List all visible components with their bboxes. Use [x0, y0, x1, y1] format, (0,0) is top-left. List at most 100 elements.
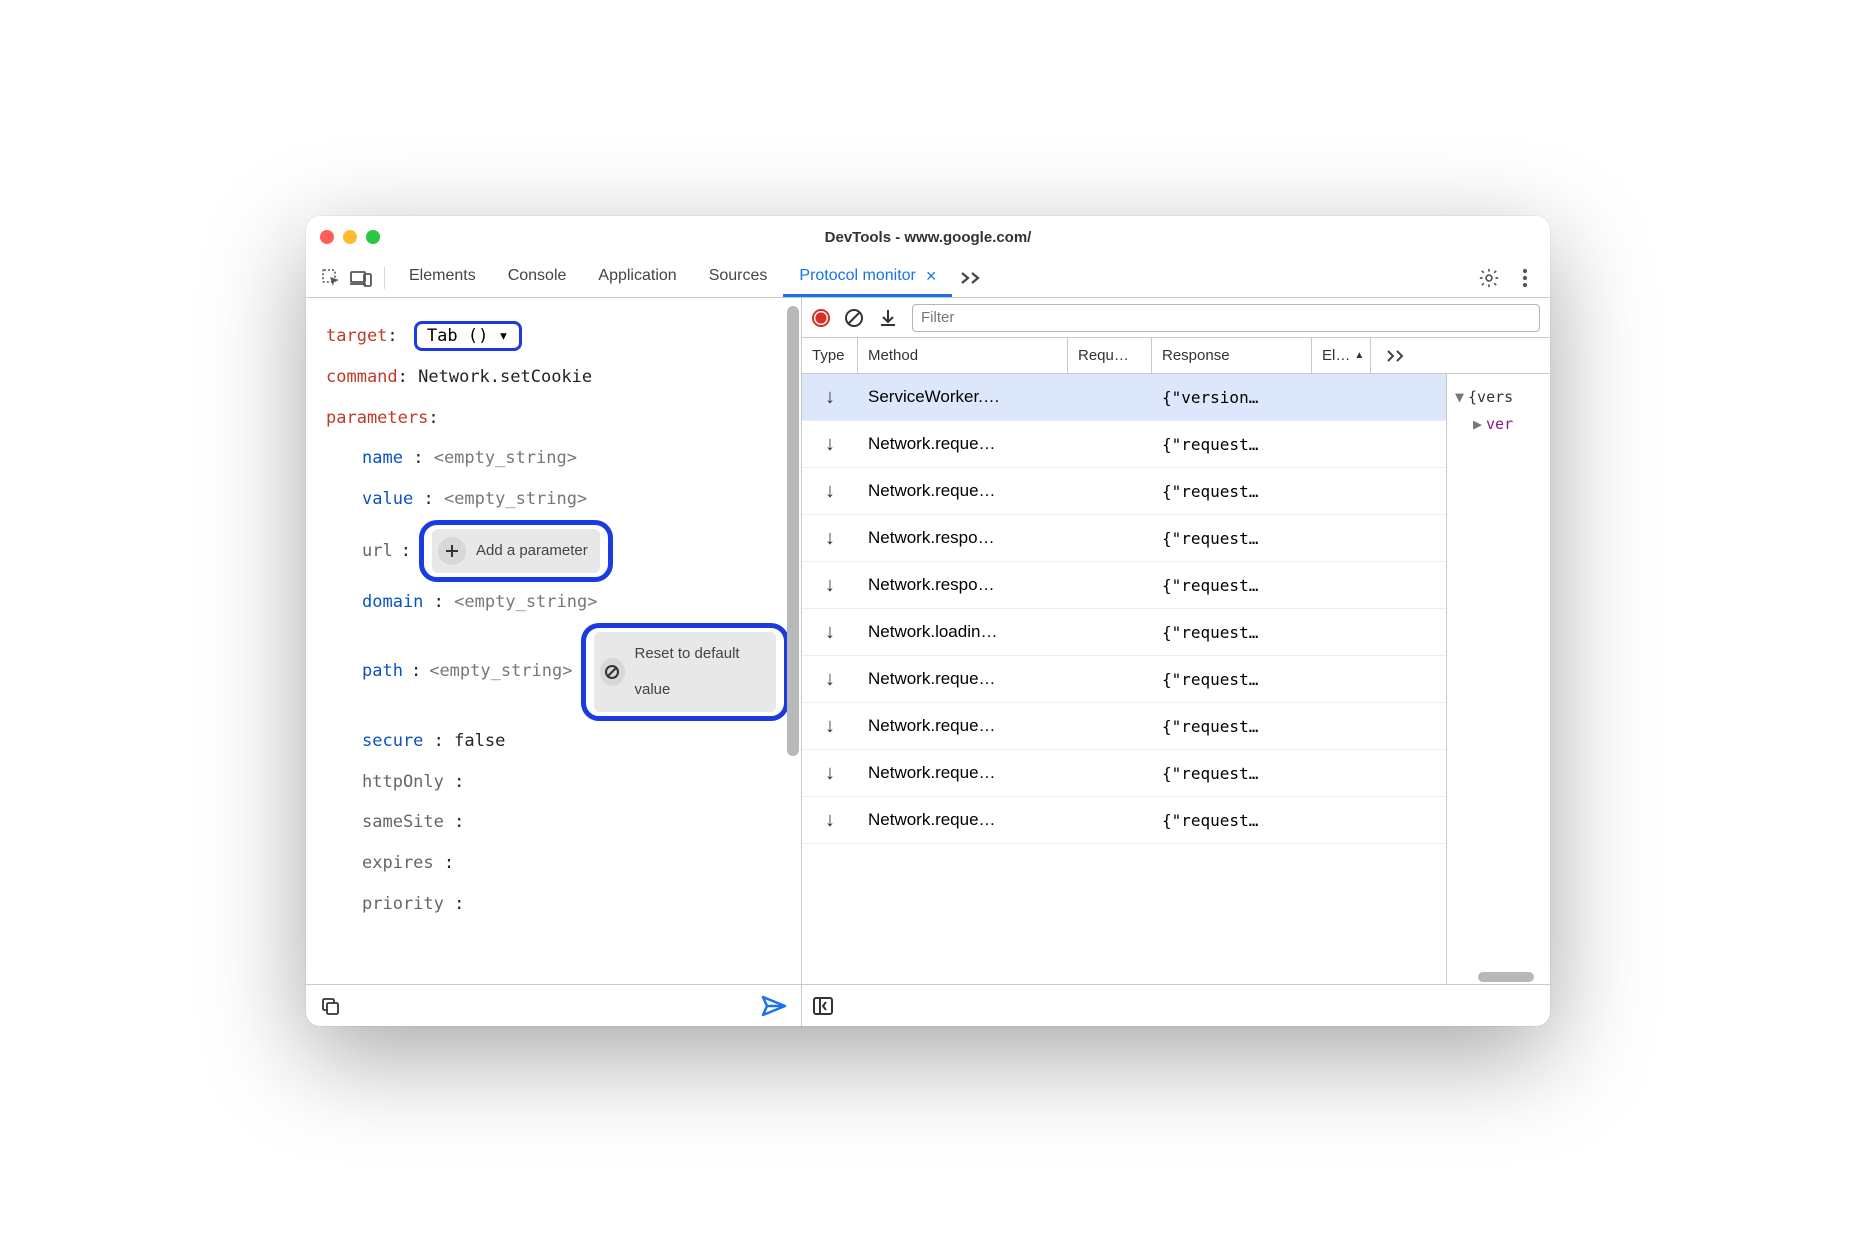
target-select[interactable]: Tab () ▾	[414, 321, 522, 351]
detail-root[interactable]: {vers	[1468, 388, 1513, 406]
zoom-window-button[interactable]	[366, 230, 380, 244]
clear-icon[interactable]	[844, 308, 864, 328]
table-row[interactable]: ↓Network.reque…{"request…	[802, 797, 1446, 844]
table-row[interactable]: ↓Network.reque…{"request…	[802, 703, 1446, 750]
table-row[interactable]: ↓Network.reque…{"request…	[802, 750, 1446, 797]
devtools-window: DevTools - www.google.com/ Elements Cons…	[306, 216, 1550, 1026]
param-value-key[interactable]: value	[362, 489, 413, 509]
tab-label: Protocol monitor	[799, 267, 916, 285]
param-domain-key[interactable]: domain	[362, 592, 423, 612]
minimize-window-button[interactable]	[343, 230, 357, 244]
direction-arrow-icon: ↓	[802, 386, 858, 409]
param-value-value[interactable]: <empty_string>	[444, 489, 587, 509]
param-path-value[interactable]: <empty_string>	[429, 651, 572, 692]
row-response: {"request…	[1152, 482, 1312, 501]
row-method: Network.respo…	[858, 528, 1068, 548]
direction-arrow-icon: ↓	[802, 762, 858, 785]
copy-icon[interactable]	[320, 996, 340, 1016]
send-command-icon[interactable]	[761, 995, 787, 1017]
add-parameter-label: Add a parameter	[476, 533, 588, 569]
param-secure-key[interactable]: secure	[362, 731, 423, 751]
kebab-menu-icon[interactable]	[1510, 263, 1540, 293]
tab-sources[interactable]: Sources	[693, 258, 784, 297]
ban-icon	[600, 658, 625, 686]
param-httponly-key[interactable]: httpOnly	[362, 772, 444, 792]
plus-icon	[438, 537, 466, 565]
tab-console[interactable]: Console	[492, 258, 583, 297]
detail-panel: ▼{vers ▶ver	[1446, 374, 1550, 984]
row-method: Network.loadin…	[858, 622, 1068, 642]
filter-input[interactable]: Filter	[912, 304, 1540, 332]
table-row[interactable]: ↓Network.respo… {"request…	[802, 515, 1446, 562]
close-tab-icon[interactable]: ×	[926, 266, 937, 287]
sort-indicator-icon: ▲	[1354, 351, 1364, 361]
disclosure-right-icon[interactable]: ▶	[1473, 415, 1482, 433]
detail-child-key[interactable]: ver	[1486, 415, 1513, 433]
param-name-key[interactable]: name	[362, 448, 403, 468]
table-row[interactable]: ↓Network.reque…{"request…	[802, 656, 1446, 703]
table-row[interactable]: ↓Network.reque…{"request…	[802, 421, 1446, 468]
row-response: {"request…	[1152, 811, 1312, 830]
row-response: {"request…	[1152, 764, 1312, 783]
param-secure-value[interactable]: false	[454, 731, 505, 751]
row-method: Network.reque…	[858, 810, 1068, 830]
table-row[interactable]: ↓Network.reque… {"request…	[802, 468, 1446, 515]
col-elapsed[interactable]: El…▲	[1312, 338, 1370, 373]
col-method[interactable]: Method	[858, 338, 1068, 373]
col-request[interactable]: Requ…	[1068, 338, 1152, 373]
row-response: {"request…	[1152, 435, 1312, 454]
more-tabs-icon[interactable]	[952, 258, 990, 297]
record-icon[interactable]	[812, 309, 830, 327]
window-title: DevTools - www.google.com/	[825, 229, 1032, 246]
row-response: {"version…	[1152, 388, 1312, 407]
detail-tabs-overflow[interactable]	[1370, 338, 1422, 373]
panel-tabs: Elements Console Application Sources Pro…	[393, 258, 990, 297]
table-row[interactable]: ↓ServiceWorker.…{"version…	[802, 374, 1446, 421]
reset-value-button[interactable]: Reset to default value	[594, 632, 777, 712]
param-priority-key[interactable]: priority	[362, 894, 444, 914]
close-window-button[interactable]	[320, 230, 334, 244]
command-key: command	[326, 367, 398, 387]
param-expires-key[interactable]: expires	[362, 853, 434, 873]
target-value: Tab ()	[427, 316, 488, 357]
direction-arrow-icon: ↓	[802, 668, 858, 691]
direction-arrow-icon: ↓	[802, 480, 858, 503]
footer	[306, 984, 1550, 1026]
device-toolbar-icon[interactable]	[346, 263, 376, 293]
disclosure-down-icon[interactable]: ▼	[1455, 388, 1464, 406]
direction-arrow-icon: ↓	[802, 621, 858, 644]
command-editor-panel: target: Tab () ▾ command: Network.setCoo…	[306, 298, 802, 984]
col-response[interactable]: Response	[1152, 338, 1312, 373]
row-response: {"request…	[1152, 529, 1312, 548]
inspect-element-icon[interactable]	[316, 263, 346, 293]
col-type[interactable]: Type	[802, 338, 858, 373]
param-samesite-key[interactable]: sameSite	[362, 812, 444, 832]
direction-arrow-icon: ↓	[802, 715, 858, 738]
column-headers: Type Method Requ… Response El…▲	[802, 338, 1550, 374]
tab-application[interactable]: Application	[582, 258, 692, 297]
toggle-left-panel-icon[interactable]	[812, 996, 834, 1016]
chevron-down-icon: ▾	[498, 316, 508, 357]
row-method: Network.reque…	[858, 481, 1068, 501]
command-value[interactable]: Network.setCookie	[418, 367, 592, 387]
horizontal-scrollbar[interactable]	[1447, 970, 1538, 984]
settings-icon[interactable]	[1474, 263, 1504, 293]
param-domain-value[interactable]: <empty_string>	[454, 592, 597, 612]
row-method: Network.reque…	[858, 434, 1068, 454]
param-name-value[interactable]: <empty_string>	[434, 448, 577, 468]
param-url-key[interactable]: url	[362, 531, 393, 572]
param-path-key[interactable]: path	[362, 651, 403, 692]
main-split: target: Tab () ▾ command: Network.setCoo…	[306, 298, 1550, 984]
add-parameter-callout: Add a parameter	[419, 520, 613, 582]
tab-elements[interactable]: Elements	[393, 258, 492, 297]
table-row[interactable]: ↓Network.respo…{"request…	[802, 562, 1446, 609]
scrollbar-thumb[interactable]	[787, 306, 799, 756]
reset-value-callout: Reset to default value	[581, 623, 790, 721]
table-row[interactable]: ↓Network.loadin…{"request…	[802, 609, 1446, 656]
tab-protocol-monitor[interactable]: Protocol monitor ×	[783, 258, 952, 297]
add-parameter-button[interactable]: Add a parameter	[432, 529, 600, 573]
direction-arrow-icon: ↓	[802, 527, 858, 550]
download-icon[interactable]	[878, 308, 898, 328]
row-method: Network.reque…	[858, 716, 1068, 736]
row-method: Network.reque…	[858, 669, 1068, 689]
